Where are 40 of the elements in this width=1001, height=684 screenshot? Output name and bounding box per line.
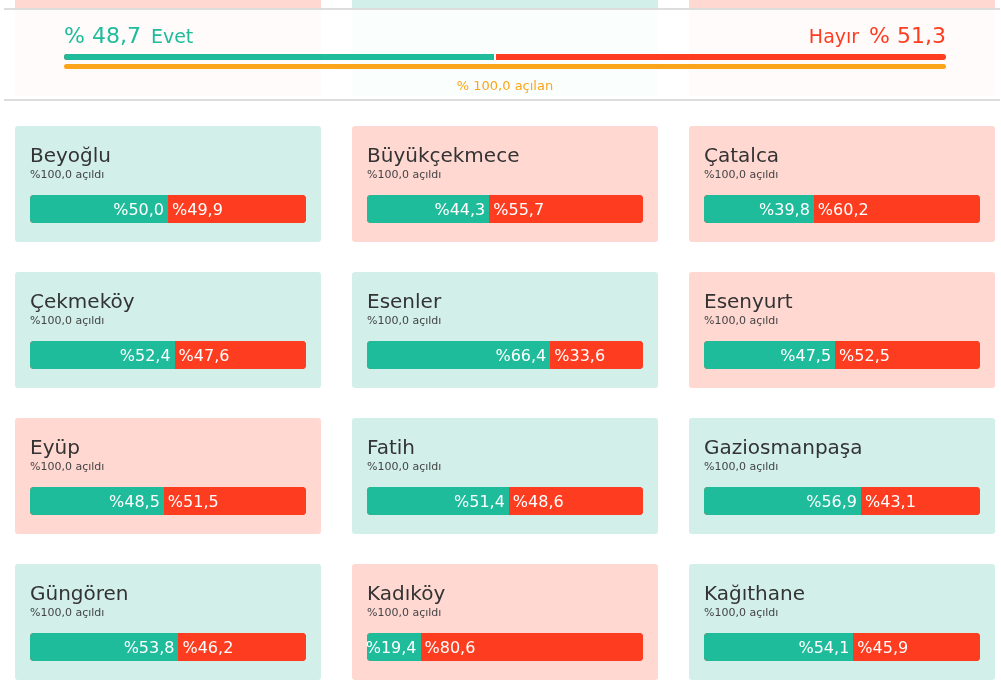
no-label: Hayır <box>808 25 860 47</box>
district-name: Eyüp <box>30 435 81 459</box>
yes-share: %47,5 <box>704 341 836 369</box>
district-name: Güngören <box>30 581 130 605</box>
opened-ratio: %100,0 açıldı <box>30 314 106 328</box>
district-name: Kadıköy <box>367 581 447 605</box>
yes-share: %56,9 <box>704 487 862 515</box>
yes-share: %52,4 <box>30 341 175 369</box>
yes-percentage: % 48,7 <box>64 23 141 48</box>
opened-ratio: %100,0 açıldı <box>704 606 780 620</box>
district-name: Çekmeköy <box>30 289 136 313</box>
district-name: Beyoğlu <box>30 143 113 167</box>
district-name: Esenler <box>367 289 443 313</box>
district-name: Fatih <box>367 435 416 459</box>
opened-label: % 100,0 açılan <box>455 78 555 93</box>
yes-share: %48,5 <box>30 487 164 515</box>
district-name: Esenyurt <box>704 289 794 313</box>
yes-share: %53,8 <box>30 633 179 661</box>
district-name: Büyükçekmece <box>367 143 521 167</box>
district-name: Kağıthane <box>704 581 807 605</box>
district-name: Çatalca <box>704 143 781 167</box>
yes-share: %44,3 <box>367 195 490 223</box>
yes-share: %50,0 <box>30 195 168 223</box>
opened-ratio: %100,0 açıldı <box>30 460 106 474</box>
opened-ratio: %100,0 açıldı <box>704 460 780 474</box>
opened-ratio: %100,0 açıldı <box>30 168 106 182</box>
opened-ratio: %100,0 açıldı <box>367 606 443 620</box>
opened-ratio: %100,0 açıldı <box>704 314 780 328</box>
opened-ratio: %100,0 açıldı <box>367 460 443 474</box>
yes-share: %66,4 <box>367 341 551 369</box>
opened-ratio: %100,0 açıldı <box>367 168 443 182</box>
yes-share: %39,8 <box>704 195 814 223</box>
district-name: Gaziosmanpaşa <box>704 435 864 459</box>
opened-ratio: %100,0 açıldı <box>30 606 106 620</box>
opened-ratio: %100,0 açıldı <box>704 168 780 182</box>
yes-share: %51,4 <box>367 487 509 515</box>
no-percentage: % 51,3 <box>869 23 946 48</box>
yes-share: %54,1 <box>704 633 854 661</box>
yes-label: Evet <box>150 25 194 47</box>
opened-ratio: %100,0 açıldı <box>367 314 443 328</box>
